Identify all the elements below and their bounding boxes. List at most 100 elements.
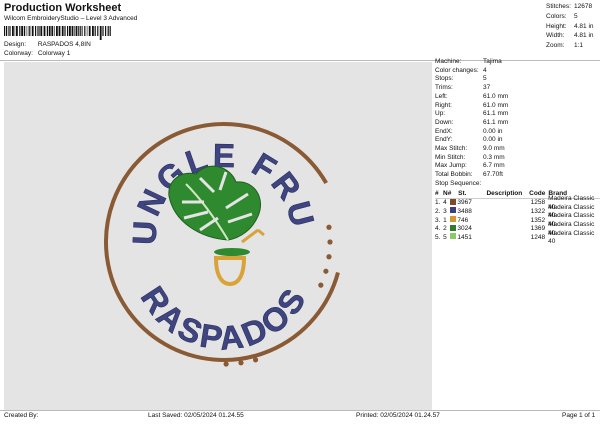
stat-value: 4.81 in <box>574 22 594 30</box>
color-swatch <box>450 207 457 214</box>
stat-row: Zoom: 1:1 <box>546 41 594 51</box>
info-value: 0.3 mm <box>483 153 505 161</box>
seq-stitches: 3488 <box>457 207 472 215</box>
worksheet-title: Production Worksheet <box>4 2 122 14</box>
barcode <box>4 26 111 40</box>
info-value: 9.0 mm <box>483 145 505 153</box>
seq-swatch-cell <box>450 233 457 243</box>
seq-code: 1248 <box>530 233 546 241</box>
stat-value: 1:1 <box>574 42 584 50</box>
seq-brand: Madeira Classic 40 <box>548 229 595 246</box>
stat-value: 5 <box>574 12 578 20</box>
seq-number: 2. <box>435 207 441 215</box>
info-label: Max Jump: <box>435 162 467 170</box>
info-label: Right: <box>435 101 452 109</box>
info-row: Stops: 5 <box>435 75 600 84</box>
seq-number: 3. <box>435 216 441 224</box>
info-row: Down: 61.1 mm <box>435 119 600 128</box>
seq-number: 5. <box>435 233 441 241</box>
design-label: Design: <box>4 41 27 48</box>
stat-label: Width: <box>546 32 565 40</box>
stat-value: 4.81 in <box>574 32 594 40</box>
seq-stitches: 3967 <box>457 199 472 207</box>
info-row: Trims: 37 <box>435 84 600 93</box>
seq-needle: 1 <box>443 216 447 224</box>
col-header: # <box>435 189 439 197</box>
info-label: Up: <box>435 110 446 118</box>
info-value: Tajima <box>483 58 502 65</box>
info-label: EndY: <box>435 136 453 144</box>
seq-stitches: 3024 <box>457 225 472 233</box>
info-row: Total Bobbin: 67.70ft <box>435 171 600 180</box>
info-label: Down: <box>435 118 454 126</box>
info-row: Up: 61.1 mm <box>435 110 600 119</box>
info-row: Left: 61.0 mm <box>435 93 600 102</box>
color-swatch <box>450 224 457 231</box>
info-value: 37 <box>483 84 491 92</box>
info-value: 67.70ft <box>483 171 503 179</box>
stat-label: Height: <box>546 22 567 30</box>
seq-needle: 5 <box>443 233 447 241</box>
info-value: 6.7 mm <box>483 162 505 170</box>
seq-number: 1. <box>435 199 441 207</box>
color-swatch <box>450 198 457 205</box>
seq-needle: 2 <box>443 225 447 233</box>
software-subtitle: Wilcom EmbroideryStudio – Level 3 Advanc… <box>4 15 138 22</box>
info-value: 0.00 in <box>483 127 503 135</box>
stop-sequence-rows: 1. 4 3967 1258 Madeira Classic 40 2. 3 3488 1322… <box>435 195 600 246</box>
info-row: EndY: 0.00 in <box>435 136 600 145</box>
stat-label: Zoom: <box>546 42 565 50</box>
sequence-row: 5. 5 1451 1248 Madeira Classic 40 <box>435 230 600 246</box>
stat-row: Width: 4.81 in <box>546 31 594 41</box>
info-row: Machine: Tajima <box>435 58 600 67</box>
colorway-label: Colorway: <box>4 50 33 57</box>
colorway-field: Colorway: Colorway 1 <box>4 50 70 57</box>
footer-divider <box>0 410 600 411</box>
seq-stitches: 746 <box>457 216 469 224</box>
design-value: RASPADOS 4,8IN <box>37 41 91 48</box>
info-label: Left: <box>435 92 448 100</box>
seq-number: 4. <box>435 225 441 233</box>
info-value: 0.00 in <box>483 136 503 144</box>
info-label: EndX: <box>435 127 453 135</box>
col-header: Code <box>529 189 546 197</box>
seq-needle: 4 <box>443 199 447 207</box>
design-field: Design: RASPADOS 4,8IN <box>4 41 91 48</box>
col-header: Description <box>486 189 523 197</box>
seq-code: 1352 <box>530 216 546 224</box>
stat-value: 12678 <box>574 3 593 10</box>
col-header: N# <box>443 189 452 197</box>
info-value: 61.1 mm <box>483 118 509 126</box>
stats-panel: Stitches: 12678 Colors: 5 Height: 4.81 in Widt… <box>546 2 594 51</box>
info-row: Color changes: 4 <box>435 67 600 76</box>
info-row: EndX: 0.00 in <box>435 128 600 137</box>
seq-code: 1258 <box>530 199 546 207</box>
seq-code: 1322 <box>530 207 546 215</box>
color-swatch <box>450 216 457 223</box>
info-label: Machine: <box>435 58 462 65</box>
info-row: Min Stitch: 0.3 mm <box>435 154 600 163</box>
design-preview: JUNGLE FRUIT RASPADOS <box>0 32 432 410</box>
info-label: Stops: <box>435 75 454 83</box>
info-value: 61.0 mm <box>483 92 509 100</box>
info-label: Max Stitch: <box>435 145 468 153</box>
seq-stitches: 1451 <box>457 233 472 241</box>
machine-info-list: Machine: Tajima Color changes: 4 Stops: 5 Trim… <box>435 58 600 180</box>
seq-needle: 3 <box>443 207 447 215</box>
info-label: Min Stitch: <box>435 153 466 161</box>
info-row: Max Jump: 6.7 mm <box>435 162 600 171</box>
colorway-value: Colorway 1 <box>37 50 71 57</box>
stat-row: Stitches: 12678 <box>546 2 594 12</box>
info-value: 61.1 mm <box>483 110 509 118</box>
embroidery-design: JUNGLE FRUIT RASPADOS <box>0 32 340 367</box>
top-arc-text: JUNGLE FRUIT <box>4 62 322 246</box>
machine-info-panel: Machine: Tajima Color changes: 4 Stops: 5 Trim… <box>435 58 600 246</box>
info-label: Trims: <box>435 84 453 92</box>
info-value: 61.0 mm <box>483 101 509 109</box>
color-swatch <box>450 233 457 240</box>
last-saved: Last Saved: 02/05/2024 01.24.55 <box>148 412 244 419</box>
stat-label: Colors: <box>546 12 567 20</box>
col-header: St. <box>458 189 467 197</box>
info-label: Color changes: <box>435 66 479 74</box>
info-value: 4 <box>483 66 487 74</box>
